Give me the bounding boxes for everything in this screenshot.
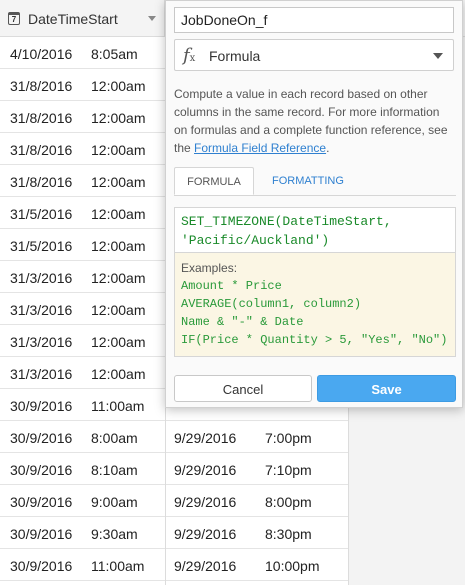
examples-heading: Examples: bbox=[181, 261, 238, 275]
cell-date-local: 9/29/2016 bbox=[174, 526, 237, 542]
cell-time: 12:00am bbox=[91, 366, 146, 382]
tab-formatting[interactable]: FORMATTING bbox=[260, 167, 356, 195]
cell-date: 30/9/2016 bbox=[10, 526, 73, 542]
table-row[interactable]: 30/9/2016 8:10am 9/29/2016 7:10pm bbox=[0, 453, 350, 485]
cell-time: 12:00am bbox=[91, 110, 146, 126]
example-item: Name & "-" & Date bbox=[181, 315, 304, 329]
cell-date: 31/5/2016 bbox=[10, 238, 73, 254]
cell-time-local: 10:00pm bbox=[265, 558, 320, 574]
cancel-button[interactable]: Cancel bbox=[174, 375, 312, 402]
cell-date-local: 9/29/2016 bbox=[174, 558, 237, 574]
column-header-datetimestart[interactable]: 7 DateTimeStart bbox=[0, 0, 165, 37]
cell-time: 12:00am bbox=[91, 78, 146, 94]
example-item: Amount * Price bbox=[181, 279, 282, 293]
cell-time-local: 7:00pm bbox=[265, 430, 312, 446]
cell-date: 31/8/2016 bbox=[10, 142, 73, 158]
field-config-popup: fx Formula Compute a value in each recor… bbox=[165, 0, 463, 408]
cell-date: 31/8/2016 bbox=[10, 78, 73, 94]
cell-date: 31/8/2016 bbox=[10, 110, 73, 126]
cell-date: 31/3/2016 bbox=[10, 366, 73, 382]
cell-date: 30/9/2016 bbox=[10, 494, 73, 510]
cell-time: 12:00am bbox=[91, 174, 146, 190]
formula-editor[interactable]: SET_TIMEZONE(DateTimeStart, 'Pacific/Auc… bbox=[174, 207, 456, 252]
cell-time: 8:00am bbox=[91, 430, 138, 446]
cell-time: 12:00am bbox=[91, 206, 146, 222]
cell-date: 30/9/2016 bbox=[10, 558, 73, 574]
cell-time: 8:10am bbox=[91, 462, 138, 478]
formula-line-1: SET_TIMEZONE(DateTimeStart, bbox=[181, 214, 392, 229]
calendar-icon: 7 bbox=[8, 12, 20, 25]
field-description: Compute a value in each record based on … bbox=[174, 85, 456, 157]
cell-date: 30/9/2016 bbox=[10, 462, 73, 478]
cell-date-local: 9/29/2016 bbox=[174, 462, 237, 478]
cell-time: 9:30am bbox=[91, 526, 138, 542]
cell-date: 31/3/2016 bbox=[10, 334, 73, 350]
cell-time-local: 8:30pm bbox=[265, 526, 312, 542]
cell-date: 30/9/2016 bbox=[10, 430, 73, 446]
table-row[interactable]: 30/9/2016 11:00am 9/29/2016 10:00pm bbox=[0, 549, 350, 581]
cell-time: 11:00am bbox=[91, 398, 145, 414]
tab-formula[interactable]: FORMULA bbox=[174, 167, 254, 195]
cell-date: 31/3/2016 bbox=[10, 270, 73, 286]
formula-line-2: 'Pacific/Auckland') bbox=[181, 233, 330, 248]
cell-time: 12:00am bbox=[91, 302, 146, 318]
cell-time-local: 8:00pm bbox=[265, 494, 312, 510]
cell-date-local: 9/29/2016 bbox=[174, 494, 237, 510]
cell-date: 31/3/2016 bbox=[10, 302, 73, 318]
cell-time: 12:00am bbox=[91, 334, 146, 350]
cell-time-local: 7:10pm bbox=[265, 462, 312, 478]
cell-time: 12:00am bbox=[91, 238, 146, 254]
field-type-select[interactable]: fx Formula bbox=[174, 39, 454, 71]
cell-time: 12:00am bbox=[91, 270, 146, 286]
example-item: IF(Price * Quantity > 5, "Yes", "No") bbox=[181, 333, 448, 347]
example-item: AVERAGE(column1, column2) bbox=[181, 297, 362, 311]
popup-tabs: FORMULA FORMATTING bbox=[174, 167, 456, 196]
cell-date: 4/10/2016 bbox=[10, 46, 73, 62]
chevron-down-icon[interactable] bbox=[148, 16, 156, 21]
cell-date: 31/5/2016 bbox=[10, 206, 73, 222]
cell-time: 8:05am bbox=[91, 46, 138, 62]
cell-time: 9:00am bbox=[91, 494, 138, 510]
chevron-down-icon bbox=[433, 53, 443, 59]
table-row[interactable]: 30/9/2016 9:00am 9/29/2016 8:00pm bbox=[0, 485, 350, 517]
save-button[interactable]: Save bbox=[317, 375, 456, 402]
table-row[interactable]: 30/9/2016 9:30am 9/29/2016 8:30pm bbox=[0, 517, 350, 549]
field-type-label: Formula bbox=[209, 48, 261, 64]
cell-date: 30/9/2016 bbox=[10, 398, 73, 414]
cell-time: 11:00am bbox=[91, 558, 145, 574]
table-row[interactable]: 30/9/2016 8:00am 9/29/2016 7:00pm bbox=[0, 421, 350, 453]
formula-examples: Examples: Amount * Price AVERAGE(column1… bbox=[174, 252, 456, 357]
cell-date: 31/8/2016 bbox=[10, 174, 73, 190]
formula-reference-link[interactable]: Formula Field Reference bbox=[194, 141, 326, 155]
description-end: . bbox=[326, 141, 330, 155]
cell-time: 12:00am bbox=[91, 142, 146, 158]
column-header-label: DateTimeStart bbox=[28, 11, 118, 27]
cell-date-local: 9/29/2016 bbox=[174, 430, 237, 446]
field-name-input[interactable] bbox=[174, 7, 454, 33]
formula-fx-icon: fx bbox=[183, 45, 196, 66]
